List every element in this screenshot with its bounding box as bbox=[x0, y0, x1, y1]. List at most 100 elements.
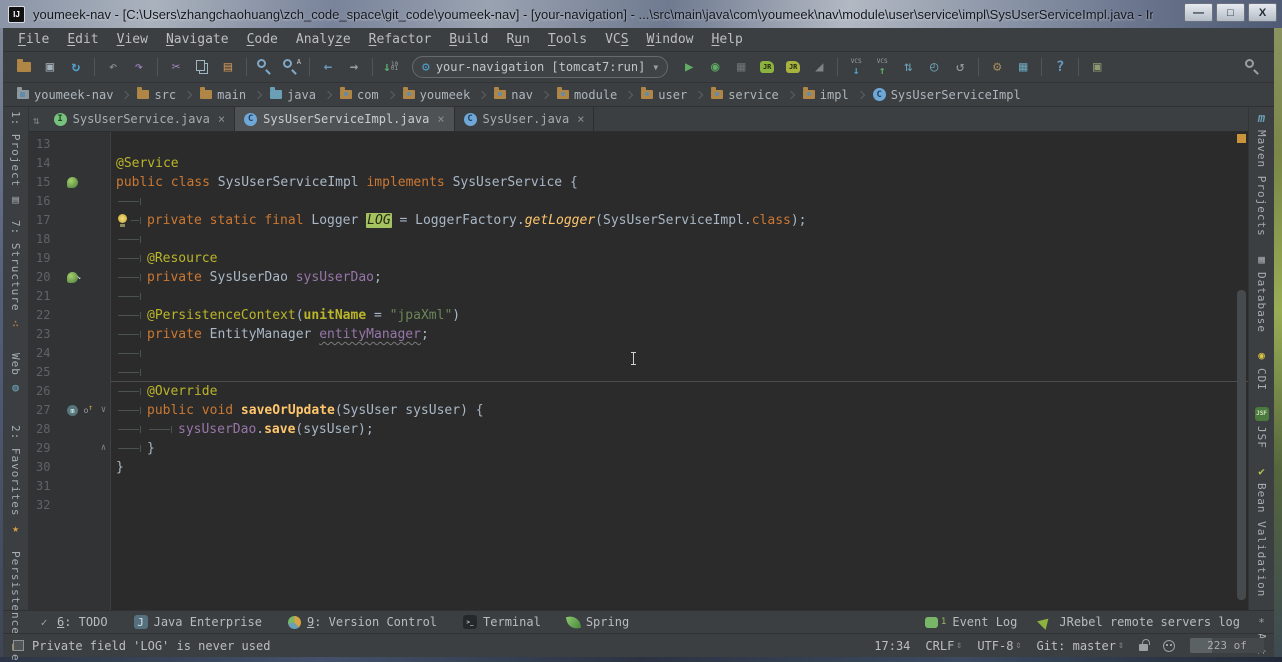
jrebel-sync-icon[interactable]: ▣ bbox=[1084, 55, 1110, 79]
breadcrumb-src[interactable]: src bbox=[131, 86, 182, 104]
toolwindow-terminal[interactable]: >_Terminal bbox=[463, 615, 541, 629]
toolwindow-event-log[interactable]: 1Event Log bbox=[925, 615, 1017, 629]
open-project-icon[interactable] bbox=[11, 55, 37, 79]
breadcrumb-java[interactable]: java bbox=[264, 86, 322, 104]
run-icon[interactable]: ▶ bbox=[676, 55, 702, 79]
coverage-icon[interactable]: ▦ bbox=[728, 55, 754, 79]
close-tab-icon[interactable]: × bbox=[437, 112, 444, 126]
menu-analyze[interactable]: Analyze bbox=[287, 32, 360, 47]
status-utf-8[interactable]: UTF-8⇕ bbox=[977, 639, 1021, 653]
menu-tools[interactable]: Tools bbox=[539, 32, 596, 47]
paste-icon[interactable]: ▤ bbox=[215, 55, 241, 79]
run-configuration-select[interactable]: ⚙your-navigation [tomcat7:run]▼ bbox=[412, 56, 668, 78]
close-button[interactable]: X bbox=[1248, 3, 1277, 22]
toolwindow-web[interactable]: Web◍ bbox=[9, 353, 23, 395]
close-tab-icon[interactable]: × bbox=[218, 112, 225, 126]
menu-run[interactable]: Run bbox=[497, 32, 538, 47]
package-icon bbox=[641, 90, 653, 99]
menu-window[interactable]: Window bbox=[638, 32, 703, 47]
tab-sysuserserviceimpl-java[interactable]: CSysUserServiceImpl.java× bbox=[235, 107, 454, 131]
breadcrumb-impl[interactable]: impl bbox=[797, 86, 855, 104]
update-project-icon[interactable]: ↓10 01 bbox=[378, 55, 404, 79]
fold-marker[interactable]: ∨ bbox=[97, 401, 110, 420]
menu-edit[interactable]: Edit bbox=[58, 32, 107, 47]
toolwindow-java-enterprise[interactable]: JJava Enterprise bbox=[134, 615, 262, 629]
menu-navigate[interactable]: Navigate bbox=[157, 32, 238, 47]
status-git-master[interactable]: Git: master⇕ bbox=[1036, 639, 1124, 653]
search-everywhere-icon[interactable] bbox=[1240, 55, 1266, 79]
overriding-method-icon[interactable]: o↑ bbox=[80, 405, 92, 417]
undo-icon[interactable]: ↶ bbox=[100, 55, 126, 79]
toolwindow-database[interactable]: ▦Database bbox=[1255, 253, 1269, 333]
maximize-button[interactable]: □ bbox=[1216, 3, 1245, 22]
toolwindow-cdi[interactable]: ◉CDI bbox=[1255, 349, 1269, 391]
show-changes-icon[interactable]: ⇅ bbox=[895, 55, 921, 79]
menu-code[interactable]: Code bbox=[238, 32, 287, 47]
autowired-bean-icon[interactable] bbox=[67, 272, 78, 283]
synchronize-icon[interactable]: ↻ bbox=[63, 55, 89, 79]
breadcrumb-main[interactable]: main bbox=[194, 86, 252, 104]
menu-refactor[interactable]: Refactor bbox=[360, 32, 441, 47]
breadcrumb-module[interactable]: module bbox=[551, 86, 623, 104]
editor-scrollbar[interactable] bbox=[1237, 290, 1246, 600]
toolwindow-jrebel-remote-servers-log[interactable]: JRebel remote servers log bbox=[1041, 615, 1240, 629]
settings-icon[interactable]: ⚙ bbox=[984, 55, 1010, 79]
breadcrumb-service[interactable]: service bbox=[705, 86, 785, 104]
toolwindow-1-project[interactable]: 1: Project▤ bbox=[9, 111, 23, 206]
inspections-level-icon[interactable] bbox=[1163, 640, 1175, 652]
save-all-icon[interactable]: ▣ bbox=[37, 55, 63, 79]
project-structure-icon[interactable]: ▦ bbox=[1010, 55, 1036, 79]
toolwindow-jsf[interactable]: JSFJSF bbox=[1255, 407, 1269, 449]
breadcrumb-nav[interactable]: nav bbox=[488, 86, 539, 104]
menu-build[interactable]: Build bbox=[440, 32, 497, 47]
tab-sysuserservice-java[interactable]: ISysUserService.java× bbox=[45, 107, 236, 131]
unlock-icon[interactable] bbox=[1139, 644, 1148, 651]
breadcrumb-youmeek[interactable]: youmeek bbox=[397, 86, 477, 104]
rollback-icon[interactable]: ↺ bbox=[947, 55, 973, 79]
toolwindow-bean-validation[interactable]: ✔Bean Validation bbox=[1255, 464, 1269, 597]
debug-icon[interactable]: ◉ bbox=[702, 55, 728, 79]
status-17-34[interactable]: 17:34 bbox=[874, 639, 910, 653]
jrebel-run-icon[interactable]: JR bbox=[754, 55, 780, 79]
memory-indicator[interactable]: 223 of 1016M bbox=[1190, 638, 1264, 653]
intention-bulb-icon[interactable] bbox=[116, 214, 129, 227]
xrebel-icon[interactable]: ◢ bbox=[806, 55, 832, 79]
back-icon[interactable]: ← bbox=[315, 55, 341, 79]
close-tab-icon[interactable]: × bbox=[577, 112, 584, 126]
vcs-commit-icon[interactable]: VCS↑ bbox=[869, 55, 895, 79]
tab-sysuser-java[interactable]: CSysUser.java× bbox=[455, 107, 595, 131]
jrebel-debug-icon[interactable]: JR bbox=[780, 55, 806, 79]
status-crlf[interactable]: CRLF⇕ bbox=[925, 639, 962, 653]
toolwindow-7-structure[interactable]: 7: Structure∴ bbox=[9, 220, 23, 330]
tab-list-icon[interactable]: ⇅ bbox=[29, 114, 45, 131]
vcs-update-icon[interactable]: VCS↓ bbox=[843, 55, 869, 79]
spring-bean-icon[interactable] bbox=[67, 177, 78, 188]
toolwindow-2-favorites[interactable]: 2: Favorites★ bbox=[9, 425, 23, 535]
menu-view[interactable]: View bbox=[108, 32, 157, 47]
menu-help[interactable]: Help bbox=[703, 32, 752, 47]
bean-method-icon[interactable]: m bbox=[67, 405, 78, 416]
folder-icon bbox=[200, 90, 212, 99]
breadcrumb-youmeek-nav[interactable]: youmeek-nav bbox=[11, 86, 119, 104]
menu-file[interactable]: File bbox=[9, 32, 58, 47]
fold-marker[interactable]: ∧ bbox=[97, 439, 110, 458]
breadcrumb-com[interactable]: com bbox=[334, 86, 385, 104]
help-icon[interactable]: ? bbox=[1047, 55, 1073, 79]
toolwindow-maven-projects[interactable]: mMaven Projects bbox=[1255, 111, 1269, 237]
toolwindow-6-todo[interactable]: ✓6: TODO bbox=[37, 615, 108, 629]
redo-icon[interactable]: ↷ bbox=[126, 55, 152, 79]
history-icon[interactable]: ◴ bbox=[921, 55, 947, 79]
copy-icon[interactable] bbox=[189, 55, 215, 79]
toggle-toolwindows-icon[interactable] bbox=[13, 640, 24, 651]
cut-icon[interactable]: ✂ bbox=[163, 55, 189, 79]
editor[interactable]: 1314@Service15public class SysUserServic… bbox=[29, 132, 1248, 610]
forward-icon[interactable]: → bbox=[341, 55, 367, 79]
toolwindow-spring[interactable]: Spring bbox=[567, 615, 629, 629]
breadcrumb-user[interactable]: user bbox=[635, 86, 693, 104]
replace-icon[interactable]: A bbox=[278, 55, 304, 79]
minimize-button[interactable]: — bbox=[1184, 3, 1213, 22]
find-icon[interactable] bbox=[252, 55, 278, 79]
breadcrumb-sysuserserviceimpl[interactable]: CSysUserServiceImpl bbox=[867, 86, 1027, 104]
menu-vcs[interactable]: VCS bbox=[596, 32, 637, 47]
toolwindow-9-version-control[interactable]: 9: Version Control bbox=[288, 615, 437, 629]
